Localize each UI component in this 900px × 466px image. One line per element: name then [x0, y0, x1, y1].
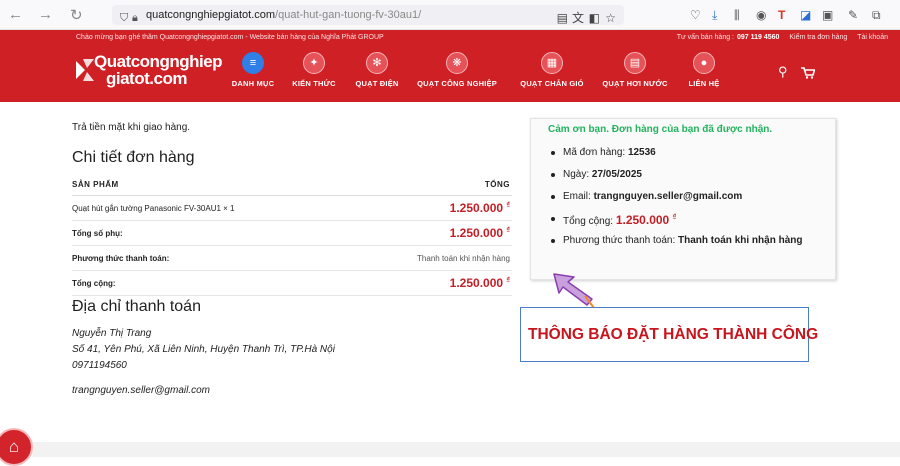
cooler-icon: ▤ [624, 52, 646, 74]
nav-label: QUẠT CHẮN GIÓ [520, 79, 584, 88]
order-check-link[interactable]: Kiểm tra đơn hàng [789, 34, 847, 41]
total-label: Tổng cộng: [72, 279, 116, 288]
payment-method-value: Thanh toán khi nhận hàng [417, 254, 510, 263]
nav-item-lien-he[interactable]: ● LIÊN HỆ [659, 52, 749, 88]
order-payment-method: Thanh toán khi nhận hàng [678, 235, 803, 246]
billing-address: Nguyễn Thị Trang Số 41, Yên Phú, Xã Liên… [72, 326, 335, 374]
subtotal-value: 1.250.000 ₫ [449, 226, 510, 240]
subtotal-label: Tổng số phụ: [72, 229, 123, 238]
header-top-strip: Chào mừng bạn ghé thăm Quatcongnghiepgia… [0, 30, 900, 46]
nav-label: QUẠT ĐIỆN [355, 79, 399, 88]
address-bar[interactable]: ⛉ 🔒︎ quatcongnghiepgiatot.com/quat-hut-g… [112, 5, 624, 25]
site-header: Chào mừng bạn ghé thăm Quatcongnghiepgia… [0, 30, 900, 102]
translate-icon[interactable]: 文 [572, 8, 584, 28]
order-overview-list: Mã đơn hàng: 12536 Ngày: 27/05/2025 Emai… [551, 147, 802, 257]
billing-name: Nguyễn Thị Trang [72, 328, 152, 339]
location-pin-icon: ● [693, 52, 715, 74]
order-received-page: Trả tiền mặt khi giao hàng. Chi tiết đơn… [0, 102, 900, 442]
order-number: 12536 [627, 147, 656, 158]
success-notice-text: THÔNG BÁO ĐẶT HÀNG THÀNH CÔNG [528, 326, 819, 343]
bulb-icon: ✦ [303, 52, 325, 74]
total-value: 1.250.000 ₫ [449, 276, 510, 290]
pocket-icon[interactable]: ♡ [690, 7, 701, 23]
payment-method-label: Phương thức thanh toán: [72, 254, 170, 263]
logo-fan-icon [76, 59, 94, 81]
page-footer [0, 442, 900, 457]
forward-arrow-icon[interactable]: → [38, 6, 53, 23]
account-icon[interactable]: ◉ [756, 7, 766, 23]
library-icon[interactable]: ⫼ [734, 7, 740, 23]
list-item-payment-method: Phương thức thanh toán: Thanh toán khi n… [551, 235, 802, 257]
hotline-number[interactable]: 097 119 4560 [737, 34, 779, 41]
nav-label: QUẠT CÔNG NGHIỆP [417, 79, 497, 88]
nav-item-quat-cong-nghiep[interactable]: ❋ QUẠT CÔNG NGHIỆP [412, 52, 502, 88]
col-total-header: TỔNG [484, 180, 510, 189]
url-path: /quat-hut-gan-tuong-fv-30au1/ [275, 9, 422, 21]
logo-line-2: giatot.com [106, 69, 187, 88]
order-date: 27/05/2025 [591, 169, 642, 180]
logo-line-1: Quatcongnghiep [94, 52, 223, 71]
product-price: 1.250.000 ₫ [449, 201, 510, 215]
welcome-text: Chào mừng bạn ghé thăm Quatcongnghiepgia… [76, 34, 384, 41]
thank-you-message: Cảm ơn bạn. Đơn hàng của bạn đã được nhậ… [548, 124, 773, 135]
col-product-header: SẢN PHẨM [72, 180, 119, 189]
nav-label: LIÊN HỆ [688, 79, 720, 88]
search-icon[interactable]: ⚲ [778, 64, 788, 80]
nav-item-quat-chan-gio[interactable]: ▦ QUẠT CHẮN GIÓ [507, 52, 597, 88]
success-notice-box: THÔNG BÁO ĐẶT HÀNG THÀNH CÔNG [520, 307, 818, 362]
billing-email: trangnguyen.seller@gmail.com [72, 385, 210, 396]
product-name[interactable]: Quạt hút gắn tường Panasonic FV-30AU1 × … [72, 204, 234, 213]
back-arrow-icon[interactable]: ← [8, 6, 23, 23]
reload-icon[interactable]: ↻ [70, 6, 83, 24]
page-info-icon[interactable]: ⛉ [120, 8, 128, 28]
bookmark-star-icon[interactable]: ☆ [605, 8, 616, 28]
cart-icon[interactable] [801, 67, 815, 79]
list-item-date: Ngày: 27/05/2025 [551, 169, 802, 191]
billing-phone: 0971194560 [72, 360, 127, 371]
fan-icon: ✻ [366, 52, 388, 74]
logo-text: Quatcongnghiep giatot.com [94, 52, 223, 88]
browser-toolbar: ← → ↻ ⛉ 🔒︎ quatcongnghiepgiatot.com/quat… [0, 0, 900, 30]
extension-box-icon[interactable]: ▣ [822, 7, 833, 23]
tools-icon[interactable]: ✎ [848, 7, 858, 23]
table-row-subtotal: Tổng số phụ: 1.250.000 ₫ [72, 221, 512, 246]
list-item-total: Tổng cộng: 1.250.000 ₫ [551, 213, 802, 235]
list-item-email: Email: trangnguyen.seller@gmail.com [551, 191, 802, 213]
air-curtain-icon: ▦ [541, 52, 563, 74]
order-total: 1.250.000 ₫ [615, 213, 677, 227]
url-host: quatcongnghiepgiatot.com [146, 9, 276, 21]
reader-view-icon[interactable]: ▤ [557, 8, 568, 28]
billing-address-heading: Địa chỉ thanh toán [72, 298, 201, 315]
header-top-links: Tư vấn bán hàng :097 119 4560 Kiểm tra đ… [669, 30, 888, 46]
nav-item-quat-dien[interactable]: ✻ QUẠT ĐIỆN [332, 52, 422, 88]
order-details-heading: Chi tiết đơn hàng [72, 149, 195, 166]
table-header: SẢN PHẨM TỔNG [72, 176, 512, 196]
order-details-table: SẢN PHẨM TỔNG Quạt hút gắn tường Panason… [72, 176, 512, 296]
table-row-payment-method: Phương thức thanh toán: Thanh toán khi n… [72, 246, 512, 271]
extension-t-icon[interactable]: T [778, 7, 785, 23]
industrial-fan-icon: ❋ [446, 52, 468, 74]
lock-icon: 🔒︎ [132, 12, 138, 24]
extension-translate-icon[interactable]: ◪ [800, 7, 811, 23]
list-item-order-number: Mã đơn hàng: 12536 [551, 147, 802, 169]
order-summary-box: Cảm ơn bạn. Đơn hàng của bạn đã được nhậ… [530, 118, 836, 280]
account-link[interactable]: Tài khoản [857, 34, 888, 41]
translate-page-icon[interactable]: ◧ [589, 8, 600, 28]
billing-street: Số 41, Yên Phú, Xã Liên Ninh, Huyện Than… [72, 344, 335, 355]
download-icon[interactable]: ⤓ [712, 7, 717, 23]
site-logo[interactable]: Quatcongnghiep giatot.com [74, 53, 223, 89]
table-row-total: Tổng cộng: 1.250.000 ₫ [72, 271, 512, 296]
extensions-puzzle-icon[interactable]: ⧉ [872, 7, 881, 23]
table-row-product: Quạt hút gắn tường Panasonic FV-30AU1 × … [72, 196, 512, 221]
hotline-label: Tư vấn bán hàng : [676, 34, 734, 41]
payment-note: Trả tiền mặt khi giao hàng. [72, 122, 191, 133]
pointer-arrow-icon [553, 273, 596, 310]
order-email: trangnguyen.seller@gmail.com [593, 191, 743, 202]
menu-icon: ≡ [242, 52, 264, 74]
home-icon[interactable]: ⌂ [0, 428, 33, 466]
